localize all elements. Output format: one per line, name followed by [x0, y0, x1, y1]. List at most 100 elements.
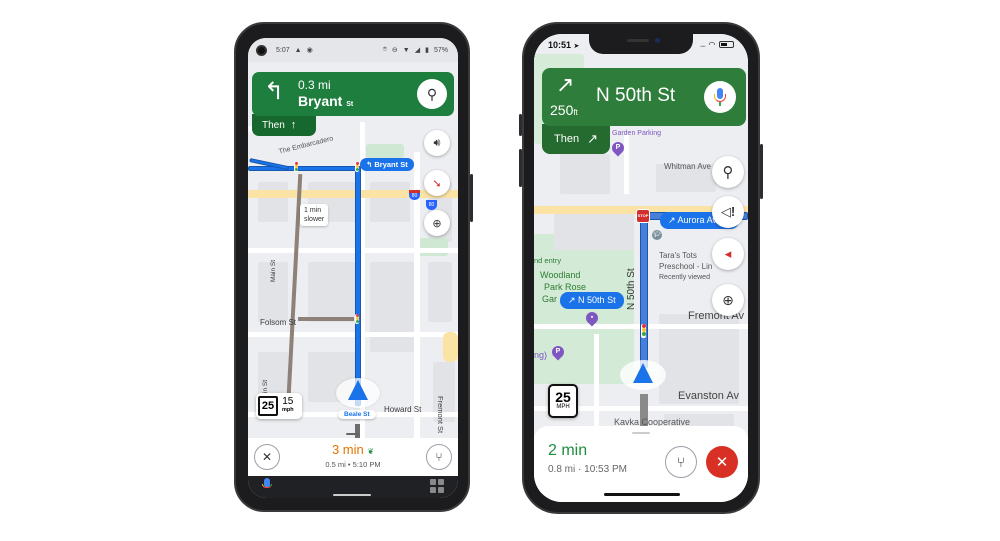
map-label-entry: nd entry: [534, 256, 562, 265]
navigation-arrow-icon: [348, 380, 368, 400]
home-gesture-bar[interactable]: [333, 494, 371, 496]
map-label-garden-parking: Garden Parking: [612, 130, 662, 137]
eco-leaf-icon: ❦: [367, 447, 375, 456]
battery-icon: [719, 41, 734, 48]
android-screen: 5:07 ▲ ◉ ⌾ ⊖ ▼ ◢ ▮ 57% The Embarcadero F…: [248, 38, 458, 498]
alternate-routes-button[interactable]: ⑂: [426, 444, 452, 470]
map-label-woodland: Woodland: [540, 270, 581, 280]
compass-icon: ◂: [724, 246, 732, 261]
turn-street: Bryant St: [298, 93, 354, 109]
map-label-taras-tots: Tara's Tots Preschool - Lin Recently vie…: [659, 251, 713, 281]
eta-duration: 2 min: [548, 442, 588, 459]
status-time: 10:51 ➤: [548, 40, 580, 50]
straight-arrow-icon: ↑: [290, 119, 297, 131]
signal-icon: ◢: [414, 47, 421, 54]
fork-routes-icon: ⑂: [676, 454, 686, 470]
turn-callout-bryant: ↰ Bryant St: [360, 158, 414, 171]
speed-limit-sign: 25 15 mph: [256, 393, 302, 419]
home-indicator[interactable]: [604, 493, 680, 496]
location-arrow-icon: ➤: [573, 43, 580, 50]
trip-details: 0.8 mi · 10:53 PM: [548, 464, 627, 475]
mic-icon: [714, 88, 726, 106]
android-nav-banner[interactable]: ↰ 0.3 mi Bryant St ⚲: [252, 72, 454, 116]
speed-unit: mph: [282, 407, 294, 413]
signal-icon: ....: [699, 40, 706, 49]
front-camera: [256, 44, 267, 56]
power-button: [470, 174, 473, 222]
location-icon: ⌾: [382, 46, 387, 53]
compass-button[interactable]: ◂: [712, 238, 744, 270]
turn-distance: 250ft: [550, 102, 578, 118]
map-label-evanston: Evanston Av: [678, 390, 739, 402]
alternate-routes-button[interactable]: ⑂: [665, 446, 697, 478]
android-phone: 5:07 ▲ ◉ ⌾ ⊖ ▼ ◢ ▮ 57% The Embarcadero F…: [234, 22, 473, 512]
dnd-icon: ⊖: [391, 47, 398, 54]
app-status-icon: ◉: [306, 47, 313, 54]
map-label-n50th: N 50th St: [626, 268, 637, 310]
slight-right-icon: ↗: [568, 295, 579, 305]
traffic-light: [641, 324, 646, 338]
iphone-trip-summary[interactable]: 2 min 0.8 mi · 10:53 PM ⑂ ✕: [534, 426, 748, 502]
exit-navigation-button[interactable]: ✕: [706, 446, 738, 478]
parking-pin-icon: P: [609, 139, 627, 157]
add-report-icon: ⊕: [722, 291, 734, 308]
notch: [589, 34, 693, 54]
navigation-status-icon: ▲: [294, 46, 302, 54]
map-label-park-rose: Park Rose: [544, 282, 587, 292]
report-button[interactable]: ⊕: [712, 284, 744, 316]
iphone: 10:51 ➤ .... ◠ STOP Garden Parking P Whi…: [519, 22, 763, 514]
wifi-icon: ◠: [708, 40, 715, 49]
poi-pin-icon: ▪: [583, 309, 601, 327]
search-button[interactable]: ⚲: [712, 156, 744, 188]
speed-unit: MPH: [556, 404, 570, 410]
route-tail: [355, 424, 360, 438]
android-status-bar: 5:07 ▲ ◉ ⌾ ⊖ ▼ ◢ ▮ 57%: [248, 38, 458, 62]
sound-button[interactable]: 🔊︎: [424, 130, 450, 156]
then-instruction: Then ↗: [542, 124, 610, 154]
turn-left-icon: ↰: [264, 78, 285, 105]
highway-shield-80: 80: [409, 190, 420, 200]
navigation-arrow-icon: [633, 363, 653, 383]
turn-distance: 0.3 mi: [298, 78, 331, 92]
status-time: 5:07: [276, 46, 290, 54]
search-button[interactable]: ⚲: [417, 79, 447, 109]
traffic-light: [294, 162, 298, 172]
drag-handle[interactable]: [632, 432, 650, 434]
map-label-garden: Gar: [542, 294, 558, 304]
speaker-icon: 🔊︎: [433, 136, 441, 149]
android-bottom-bar: [248, 476, 458, 498]
mute-switch: [519, 114, 522, 136]
battery-percent: 57%: [433, 46, 448, 54]
school-pin-icon: 🎓︎: [652, 230, 662, 240]
volume-button: [519, 149, 522, 187]
then-instruction: Then ↑: [252, 114, 316, 136]
traffic-light: [355, 162, 359, 172]
traffic-delay-note[interactable]: 1 min slower: [300, 204, 329, 226]
voice-search-button[interactable]: [704, 81, 736, 113]
compass-button[interactable]: ➘: [424, 170, 450, 196]
add-report-icon: ⊕: [432, 217, 442, 230]
speed-limit-value: 25: [258, 396, 278, 416]
map-label-whitman: Whitman Ave: [664, 162, 711, 171]
slight-right-icon: ↗: [587, 131, 598, 146]
android-trip-summary[interactable]: ✕ 3 min ❦ 0.5 mi • 5:10 PM ⑂: [248, 433, 458, 476]
iphone-nav-banner[interactable]: ↗ 250ft N 50th St: [542, 68, 746, 126]
report-button[interactable]: ⊕: [424, 210, 450, 236]
map-label-main: Main St: [270, 259, 277, 282]
sound-alerts-button[interactable]: ◁!: [712, 196, 744, 228]
parking-pin-icon: P: [549, 343, 567, 361]
compass-icon: ➘: [432, 177, 442, 190]
search-icon: ⚲: [722, 164, 734, 181]
map-label-howard: Howard St: [384, 405, 422, 414]
close-icon: ✕: [715, 454, 729, 471]
eta-duration: 3 min: [331, 442, 364, 457]
drag-handle[interactable]: [346, 433, 360, 435]
apps-grid-button[interactable]: [430, 479, 444, 493]
current-street-label: Beale St: [338, 410, 376, 419]
turn-street: N 50th St: [596, 85, 676, 106]
turn-callout-n50th: ↗ N 50th St: [560, 292, 624, 309]
wifi-icon: ▼: [402, 46, 410, 54]
assistant-mic-button[interactable]: [262, 478, 272, 492]
stop-sign: STOP: [636, 209, 650, 223]
map-label-embarcadero: The Embarcadero: [277, 135, 335, 156]
